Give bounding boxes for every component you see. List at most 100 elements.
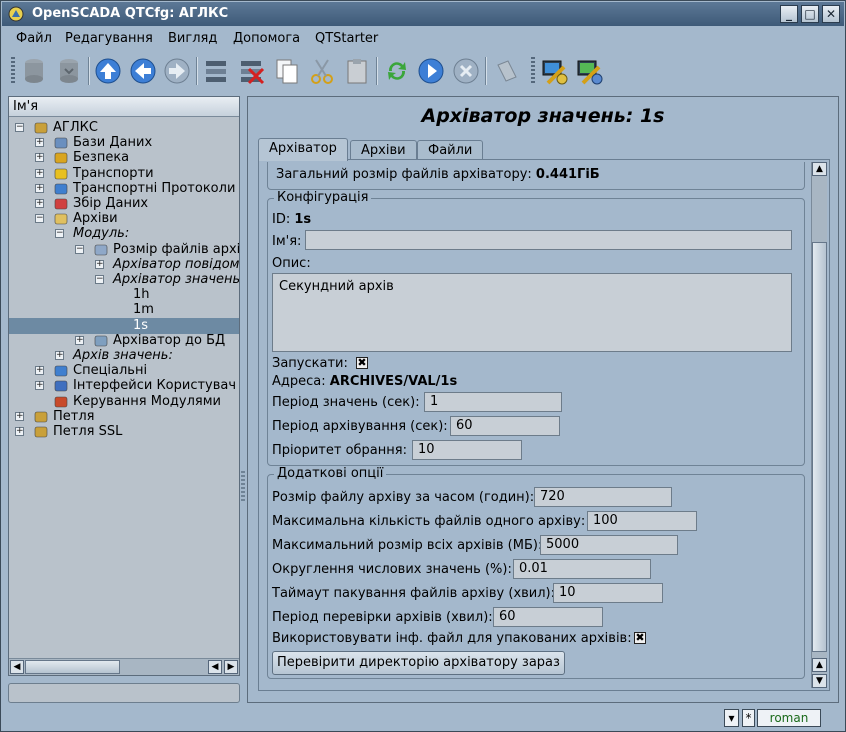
title-bar[interactable]: OpenSCADA QTCfg: АГЛКС _ □ ✕ xyxy=(2,2,844,26)
scroll-down-icon[interactable]: ▼ xyxy=(812,674,827,688)
db-load-icon[interactable] xyxy=(18,55,50,87)
expand-icon[interactable]: + xyxy=(15,427,24,436)
back-icon[interactable] xyxy=(127,55,159,87)
menu-help[interactable]: Допомога xyxy=(233,31,300,46)
check-archiver-dir-button[interactable]: Перевірити директорію архіватору зараз xyxy=(272,651,565,675)
close-button[interactable]: ✕ xyxy=(822,5,840,23)
tree-item[interactable]: + Збір Даних xyxy=(9,196,239,212)
tree-item[interactable]: + Петля SSL xyxy=(9,424,239,440)
expand-icon[interactable]: + xyxy=(35,153,44,163)
expand-icon[interactable]: + xyxy=(15,411,24,421)
expand-icon[interactable]: + xyxy=(75,335,84,345)
minimize-button[interactable]: _ xyxy=(780,5,798,23)
collapse-icon[interactable]: − xyxy=(55,229,64,239)
tree-item[interactable]: + Спеціальні xyxy=(9,363,239,379)
scroll-thumb[interactable] xyxy=(812,242,827,652)
tree-item[interactable]: − АГЛКС xyxy=(9,120,239,136)
stop-icon[interactable] xyxy=(450,55,482,87)
tree-horizontal-scrollbar[interactable]: ◀ ◀ ▶ xyxy=(9,658,239,675)
menu-qtstarter[interactable]: QTStarter xyxy=(315,31,378,46)
expand-icon[interactable]: + xyxy=(95,259,104,269)
status-dropdown-icon[interactable]: ▾ xyxy=(724,709,739,727)
scroll-right-icon[interactable]: ▶ xyxy=(224,660,238,674)
tree-item[interactable]: + Петля xyxy=(9,409,239,425)
tree-item[interactable]: + Архіватор повідом xyxy=(9,257,239,273)
menu-file[interactable]: Файл xyxy=(16,31,52,46)
info-icon[interactable] xyxy=(490,55,522,87)
tree-item[interactable]: − Архіви xyxy=(9,211,239,227)
scroll-left-icon[interactable]: ◀ xyxy=(10,660,24,674)
start-icon[interactable] xyxy=(415,55,447,87)
toolbar-grip[interactable] xyxy=(531,57,535,85)
tree-item[interactable]: − Архіватор значень xyxy=(9,272,239,288)
pack-timeout-field[interactable]: 10 xyxy=(553,583,663,603)
tree-column-header[interactable]: Ім'я xyxy=(9,97,239,117)
tree-item[interactable]: + Архів значень: xyxy=(9,348,239,364)
paste-icon[interactable] xyxy=(341,55,373,87)
max-files-field[interactable]: 100 xyxy=(587,511,697,531)
expand-icon[interactable]: + xyxy=(35,183,44,193)
rounding-field[interactable]: 0.01 xyxy=(513,559,651,579)
description-field[interactable]: Секундний архів xyxy=(272,273,792,352)
collapse-icon[interactable]: − xyxy=(35,214,44,224)
tree-item[interactable]: + Безпека xyxy=(9,150,239,166)
scroll-thumb[interactable] xyxy=(25,660,120,674)
priority-field[interactable]: 10 xyxy=(412,440,522,460)
tree-item[interactable]: + Архіватор до БД xyxy=(9,333,239,349)
cut-icon[interactable] xyxy=(306,55,338,87)
start-checkbox[interactable]: ✖ xyxy=(356,357,368,369)
up-icon[interactable] xyxy=(92,55,124,87)
tree-item[interactable]: Керування Модулями xyxy=(9,394,239,410)
tree-item[interactable]: + Інтерфейси Користувач xyxy=(9,378,239,394)
max-size-field[interactable]: 5000 xyxy=(540,535,678,555)
tab-files[interactable]: Файли xyxy=(417,140,484,160)
file-time-size-field[interactable]: 720 xyxy=(534,487,672,507)
value-period-field[interactable]: 1 xyxy=(424,392,562,412)
menu-view[interactable]: Вигляд xyxy=(168,31,217,46)
name-field[interactable] xyxy=(305,230,792,250)
expand-icon[interactable]: + xyxy=(55,351,64,360)
expand-icon[interactable]: + xyxy=(35,168,44,178)
copy-icon[interactable] xyxy=(271,55,303,87)
use-info-file-checkbox[interactable]: ✖ xyxy=(634,632,646,644)
refresh-icon[interactable] xyxy=(381,55,413,87)
tree-item[interactable]: 1s xyxy=(9,317,239,334)
delete-item-icon[interactable] xyxy=(235,55,267,87)
scroll-left-icon[interactable]: ◀ xyxy=(208,660,222,674)
status-user[interactable]: roman xyxy=(757,709,821,727)
status-mode[interactable]: * xyxy=(742,709,755,727)
collapse-icon[interactable]: − xyxy=(95,275,104,284)
scroll-up-icon[interactable]: ▲ xyxy=(812,162,827,176)
expand-icon[interactable]: + xyxy=(35,366,44,376)
db-save-icon[interactable] xyxy=(53,55,85,87)
expand-icon[interactable]: + xyxy=(35,381,44,391)
archiving-period-field[interactable]: 60 xyxy=(450,416,560,436)
navigation-tree[interactable]: Ім'я − АГЛКС + Бази Даних + Безпека + Транспорт… xyxy=(8,96,240,676)
forward-icon[interactable] xyxy=(161,55,193,87)
tree-item[interactable]: + Транспортні Протоколи xyxy=(9,181,239,197)
content-vertical-scrollbar[interactable]: ▲ ▲ ▼ xyxy=(811,162,827,688)
collapse-icon[interactable]: − xyxy=(15,123,24,132)
menu-edit[interactable]: Редагування xyxy=(65,31,153,46)
panel-splitter[interactable] xyxy=(241,471,245,501)
tree-item[interactable]: − Модуль: xyxy=(9,226,239,242)
tab-archiver[interactable]: Архіватор xyxy=(258,138,348,161)
tree-item[interactable]: 1h xyxy=(9,287,239,303)
tree-body[interactable]: − АГЛКС + Бази Даних + Безпека + Транспорти + Тра… xyxy=(9,118,239,657)
add-item-icon[interactable] xyxy=(200,55,232,87)
expand-icon[interactable]: + xyxy=(35,138,44,148)
scroll-area[interactable]: Загальний розмір файлів архіватору: 0.44… xyxy=(261,162,809,688)
tab-archives[interactable]: Архіви xyxy=(350,140,417,160)
tree-item[interactable]: 1m xyxy=(9,302,239,318)
expand-icon[interactable]: + xyxy=(35,199,44,208)
maximize-button[interactable]: □ xyxy=(801,5,819,23)
scroll-up-icon[interactable]: ▲ xyxy=(812,658,827,672)
collapse-icon[interactable]: − xyxy=(75,244,84,254)
tree-item[interactable]: + Бази Даних xyxy=(9,135,239,151)
toolbar-grip[interactable] xyxy=(11,57,15,85)
check-period-field[interactable]: 60 xyxy=(493,607,603,627)
qtcfg-icon[interactable] xyxy=(538,55,570,87)
tree-item[interactable]: + Транспорти xyxy=(9,166,239,182)
uiobjectgraph-icon[interactable] xyxy=(573,55,605,87)
tree-item[interactable]: − Розмір файлів архі xyxy=(9,242,239,258)
